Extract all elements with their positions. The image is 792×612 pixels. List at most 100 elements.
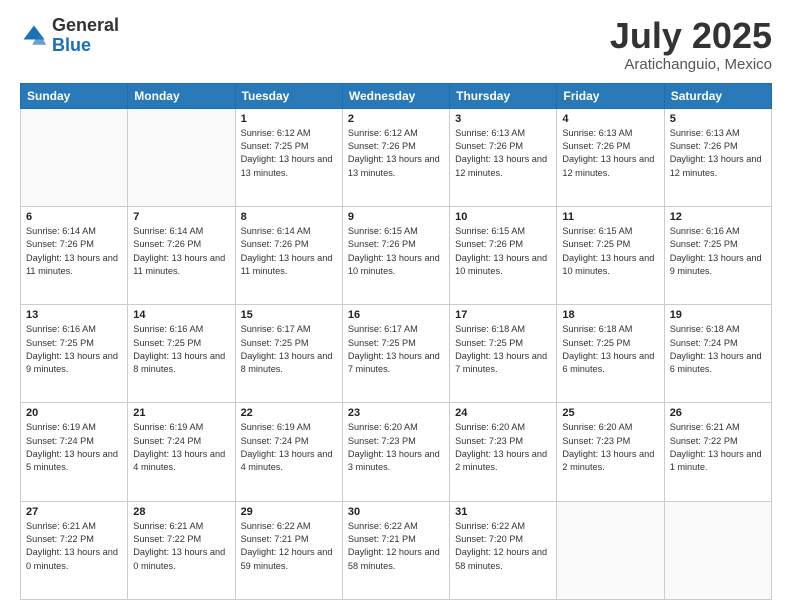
col-friday: Friday (557, 83, 664, 108)
table-row: 8Sunrise: 6:14 AM Sunset: 7:26 PM Daylig… (235, 206, 342, 304)
day-number: 21 (133, 407, 229, 419)
day-number: 19 (670, 309, 766, 321)
day-number: 9 (348, 211, 444, 223)
day-info: Sunrise: 6:12 AM Sunset: 7:25 PM Dayligh… (241, 127, 337, 180)
day-number: 1 (241, 113, 337, 125)
table-row: 29 Sunrise: 6:22 AM Sunset: 7:21 PM Dayli… (235, 501, 342, 599)
day-info: Sunrise: 6:17 AM Sunset: 7:25 PM Dayligh… (348, 323, 444, 376)
table-row: 14Sunrise: 6:16 AM Sunset: 7:25 PM Dayli… (128, 305, 235, 403)
table-row: 5Sunrise: 6:13 AM Sunset: 7:26 PM Daylig… (664, 108, 771, 206)
table-row: 30 Sunrise: 6:22 AM Sunset: 7:21 PM Dayli… (342, 501, 449, 599)
month-title: July 2025 (610, 16, 772, 56)
table-row (557, 501, 664, 599)
day-info: Sunrise: 6:16 AM Sunset: 7:25 PM Dayligh… (26, 323, 122, 376)
day-number: 16 (348, 309, 444, 321)
table-row: 11 Sunrise: 6:15 AM Sunset: 7:25 PM Dayli… (557, 206, 664, 304)
table-row (664, 501, 771, 599)
day-number: 26 (670, 407, 766, 419)
table-row: 24 Sunrise: 6:20 AM Sunset: 7:23 PM Dayli… (450, 403, 557, 501)
day-number: 20 (26, 407, 122, 419)
day-info: Sunrise: 6:18 AM Sunset: 7:24 PM Dayligh… (670, 323, 766, 376)
day-info: Sunrise: 6:19 AM Sunset: 7:24 PM Dayligh… (241, 421, 337, 474)
day-number: 2 (348, 113, 444, 125)
table-row: 28 Sunrise: 6:21 AM Sunset: 7:22 PM Dayli… (128, 501, 235, 599)
day-info: Sunrise: 6:16 AM Sunset: 7:25 PM Dayligh… (133, 323, 229, 376)
calendar-week-2: 6 Sunrise: 6:14 AM Sunset: 7:26 PM Daylig… (21, 206, 772, 304)
col-thursday: Thursday (450, 83, 557, 108)
day-info: Sunrise: 6:15 AM Sunset: 7:26 PM Dayligh… (348, 225, 444, 278)
day-number: 12 (670, 211, 766, 223)
table-row: 3 Sunrise: 6:13 AM Sunset: 7:26 PM Daylig… (450, 108, 557, 206)
day-info: Sunrise: 6:14 AM Sunset: 7:26 PM Dayligh… (241, 225, 337, 278)
col-tuesday: Tuesday (235, 83, 342, 108)
day-number: 25 (562, 407, 658, 419)
table-row (21, 108, 128, 206)
day-number: 18 (562, 309, 658, 321)
day-info: Sunrise: 6:20 AM Sunset: 7:23 PM Dayligh… (455, 421, 551, 474)
day-number: 13 (26, 309, 122, 321)
table-row: 23 Sunrise: 6:20 AM Sunset: 7:23 PM Dayli… (342, 403, 449, 501)
day-info: Sunrise: 6:13 AM Sunset: 7:26 PM Dayligh… (562, 127, 658, 180)
day-info: Sunrise: 6:20 AM Sunset: 7:23 PM Dayligh… (562, 421, 658, 474)
day-info: Sunrise: 6:14 AM Sunset: 7:26 PM Dayligh… (26, 225, 122, 278)
day-number: 10 (455, 211, 551, 223)
day-number: 6 (26, 211, 122, 223)
calendar-header-row: Sunday Monday Tuesday Wednesday Thursday… (21, 83, 772, 108)
day-number: 23 (348, 407, 444, 419)
col-saturday: Saturday (664, 83, 771, 108)
page: General Blue July 2025 Aratichanguio, Me… (0, 0, 792, 612)
table-row: 27Sunrise: 6:21 AM Sunset: 7:22 PM Dayli… (21, 501, 128, 599)
title-block: July 2025 Aratichanguio, Mexico (610, 16, 772, 73)
table-row: 20 Sunrise: 6:19 AM Sunset: 7:24 PM Dayli… (21, 403, 128, 501)
calendar-table: Sunday Monday Tuesday Wednesday Thursday… (20, 83, 772, 600)
day-number: 28 (133, 506, 229, 518)
day-number: 3 (455, 113, 551, 125)
col-monday: Monday (128, 83, 235, 108)
day-number: 4 (562, 113, 658, 125)
table-row (128, 108, 235, 206)
table-row: 16 Sunrise: 6:17 AM Sunset: 7:25 PM Dayli… (342, 305, 449, 403)
calendar-week-4: 20 Sunrise: 6:19 AM Sunset: 7:24 PM Dayli… (21, 403, 772, 501)
day-info: Sunrise: 6:20 AM Sunset: 7:23 PM Dayligh… (348, 421, 444, 474)
logo-blue: Blue (52, 35, 91, 55)
table-row: 17 Sunrise: 6:18 AM Sunset: 7:25 PM Dayli… (450, 305, 557, 403)
day-number: 11 (562, 211, 658, 223)
logo-text: General Blue (52, 16, 119, 56)
day-info: Sunrise: 6:17 AM Sunset: 7:25 PM Dayligh… (241, 323, 337, 376)
calendar-week-3: 13 Sunrise: 6:16 AM Sunset: 7:25 PM Dayli… (21, 305, 772, 403)
day-number: 17 (455, 309, 551, 321)
day-info: Sunrise: 6:21 AM Sunset: 7:22 PM Dayligh… (133, 520, 229, 573)
day-info: Sunrise: 6:22 AM Sunset: 7:21 PM Dayligh… (241, 520, 337, 573)
day-number: 30 (348, 506, 444, 518)
table-row: 9 Sunrise: 6:15 AM Sunset: 7:26 PM Daylig… (342, 206, 449, 304)
day-info: Sunrise: 6:22 AM Sunset: 7:21 PM Dayligh… (348, 520, 444, 573)
day-number: 7 (133, 211, 229, 223)
day-info: Sunrise: 6:22 AM Sunset: 7:20 PM Dayligh… (455, 520, 551, 573)
day-info: Sunrise: 6:13 AM Sunset: 7:26 PM Dayligh… (455, 127, 551, 180)
table-row: 13 Sunrise: 6:16 AM Sunset: 7:25 PM Dayli… (21, 305, 128, 403)
table-row: 26 Sunrise: 6:21 AM Sunset: 7:22 PM Dayli… (664, 403, 771, 501)
day-number: 5 (670, 113, 766, 125)
day-number: 29 (241, 506, 337, 518)
location: Aratichanguio, Mexico (610, 56, 772, 73)
day-number: 27 (26, 506, 122, 518)
table-row: 18 Sunrise: 6:18 AM Sunset: 7:25 PM Dayli… (557, 305, 664, 403)
table-row: 6 Sunrise: 6:14 AM Sunset: 7:26 PM Daylig… (21, 206, 128, 304)
day-info: Sunrise: 6:21 AM Sunset: 7:22 PM Dayligh… (670, 421, 766, 474)
table-row: 15Sunrise: 6:17 AM Sunset: 7:25 PM Dayli… (235, 305, 342, 403)
day-info: Sunrise: 6:19 AM Sunset: 7:24 PM Dayligh… (26, 421, 122, 474)
table-row: 2 Sunrise: 6:12 AM Sunset: 7:26 PM Daylig… (342, 108, 449, 206)
header: General Blue July 2025 Aratichanguio, Me… (20, 16, 772, 73)
day-number: 24 (455, 407, 551, 419)
day-info: Sunrise: 6:18 AM Sunset: 7:25 PM Dayligh… (562, 323, 658, 376)
day-info: Sunrise: 6:15 AM Sunset: 7:25 PM Dayligh… (562, 225, 658, 278)
table-row: 22Sunrise: 6:19 AM Sunset: 7:24 PM Dayli… (235, 403, 342, 501)
day-info: Sunrise: 6:12 AM Sunset: 7:26 PM Dayligh… (348, 127, 444, 180)
day-number: 31 (455, 506, 551, 518)
day-info: Sunrise: 6:14 AM Sunset: 7:26 PM Dayligh… (133, 225, 229, 278)
col-sunday: Sunday (21, 83, 128, 108)
day-info: Sunrise: 6:18 AM Sunset: 7:25 PM Dayligh… (455, 323, 551, 376)
table-row: 31 Sunrise: 6:22 AM Sunset: 7:20 PM Dayli… (450, 501, 557, 599)
logo-general: General (52, 15, 119, 35)
logo: General Blue (20, 16, 119, 56)
